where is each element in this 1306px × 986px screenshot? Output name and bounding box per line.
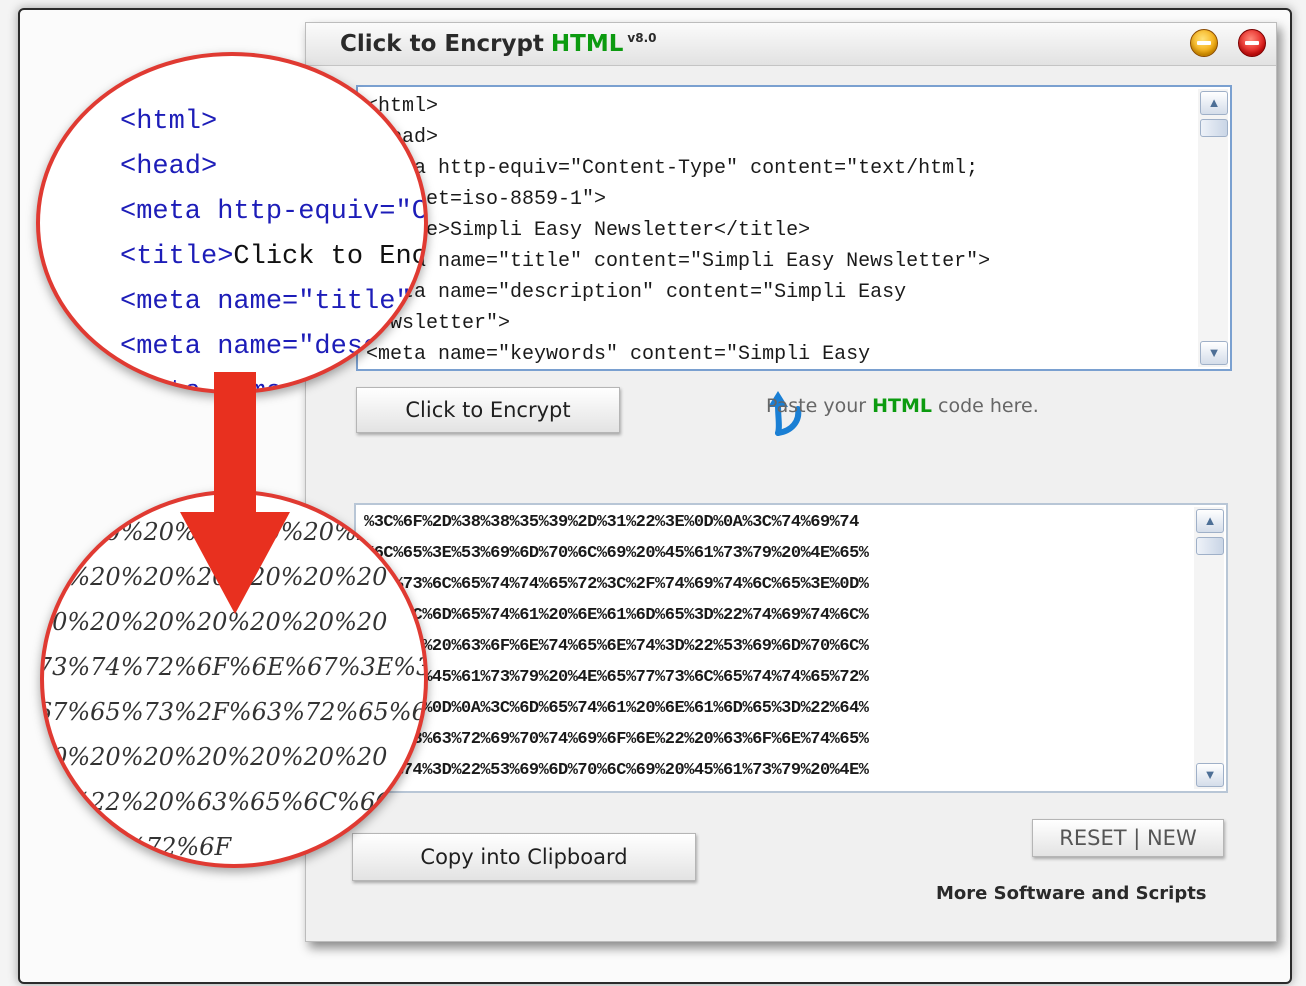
magnified-line: %73%74%72%6F%6E%67%3E%3C [44,653,428,681]
code-line: <title>Simpli Easy Newsletter</title> [366,219,811,242]
encrypt-button[interactable]: Click to Encrypt [356,387,620,433]
magnified-line: <head> [120,152,218,182]
code-line: charset=iso-8859-1"> [366,188,607,211]
magnified-line: %6B%67%72%6F [40,833,232,861]
output-line: %69%20%45%61%73%79%20%4E%65%77%73%6C%65%… [364,668,869,687]
paste-hint-suffix: code here. [938,395,1039,417]
magnified-code: <html> <head> <meta http-equiv="Content-… [120,100,428,390]
code-line: <html> [366,95,439,118]
code-line: Newsletter"> [366,312,511,335]
scroll-thumb[interactable] [1200,119,1228,137]
encrypted-output-textarea[interactable]: %3C%6F%2D%38%38%35%39%2D%31%22%3E%0D%0A%… [354,503,1228,793]
code-line: <meta http-equiv="Content-Type" content=… [366,157,979,180]
output-line: %65%73%63%72%69%70%74%69%6F%6E%22%20%63%… [364,730,869,749]
magnified-line: <meta name="description" [120,332,428,362]
reset-new-button[interactable]: RESET | NEW [1032,819,1224,857]
window-title: Click to Encrypt HTML v8.0 [340,31,656,57]
code-line: <meta name="keywords" content="Simpli Ea… [366,343,871,366]
magnified-line: <title>Click to Encrypt [120,235,428,280]
scroll-down-icon[interactable]: ▼ [1196,763,1224,787]
magnified-line: <meta name="title" [120,287,412,317]
magnified-line: <html> [120,107,218,137]
more-software-link[interactable]: More Software and Scripts [936,883,1207,904]
output-line: %6E%74%3D%22%53%69%6D%70%6C%69%20%45%61%… [364,761,869,780]
output-scrollbar[interactable]: ▲ ▼ [1194,507,1224,789]
window-title-brand: HTML [550,31,624,57]
code-line: <meta name="title" content="Simpli Easy … [366,250,991,273]
input-code-lines: <html> <head> <meta http-equiv="Content-… [366,91,1190,369]
magnified-title-text: Click to Encrypt [233,242,428,272]
magnifier-html-source: <html> <head> <meta http-equiv="Content-… [36,52,428,394]
output-line: %3C%6F%2D%38%38%35%39%2D%31%22%3E%0D%0A%… [364,513,859,532]
output-line: %6C%65%3E%53%69%6D%70%6C%69%20%45%61%73%… [364,544,869,563]
output-line: %65%22%20%63%6F%6E%74%65%6E%74%3D%22%53%… [364,637,869,656]
code-line: <head> [366,122,1190,153]
magnified-line: %20%20%20%20%20%20%20 [40,743,388,771]
scroll-up-icon[interactable]: ▲ [1200,91,1228,115]
magnified-line: %72%22%20%63%65%6C%6C [40,788,394,816]
window-title-text: Click to Encrypt [340,31,544,57]
app-window: Click to EncryptHTMLv8.0 <html> <head> <… [305,22,1277,942]
output-code-lines: %3C%6F%2D%38%38%35%39%2D%31%22%3E%0D%0A%… [364,507,1186,786]
output-line: %77%73%6C%65%74%74%65%72%3C%2F%74%69%74%… [364,575,869,594]
paste-hint: Paste your HTML code here. [766,395,1039,417]
close-icon[interactable] [1238,29,1266,57]
paste-hint-brand: HTML [872,395,932,417]
input-scrollbar[interactable]: ▲ ▼ [1198,89,1228,367]
title-bar: Click to Encrypt HTML v8.0 [306,23,1276,66]
output-line: %22%3E%0D%0A%3C%6D%65%74%61%20%6E%61%6D%… [364,699,869,718]
magnified-line: %67%65%73%2F%63%72%65%61 [40,698,428,726]
code-line: <meta name="description" content="Simpli… [366,281,907,304]
down-arrow-icon [180,372,290,614]
html-input-textarea[interactable]: <html> <head> <meta http-equiv="Content-… [356,85,1232,371]
version-label: v8.0 [627,31,657,46]
scroll-thumb[interactable] [1196,537,1224,555]
scroll-up-icon[interactable]: ▲ [1196,509,1224,533]
output-line: %0A%3C%6D%65%74%61%20%6E%61%6D%65%3D%22%… [364,606,869,625]
paste-hint-prefix: Paste your [766,395,867,417]
magnified-title-tag: <title> [120,242,234,272]
magnified-line: <meta http-equiv="Content-Type" [120,197,428,227]
scroll-down-icon[interactable]: ▼ [1200,341,1228,365]
minimize-icon[interactable] [1190,29,1218,57]
